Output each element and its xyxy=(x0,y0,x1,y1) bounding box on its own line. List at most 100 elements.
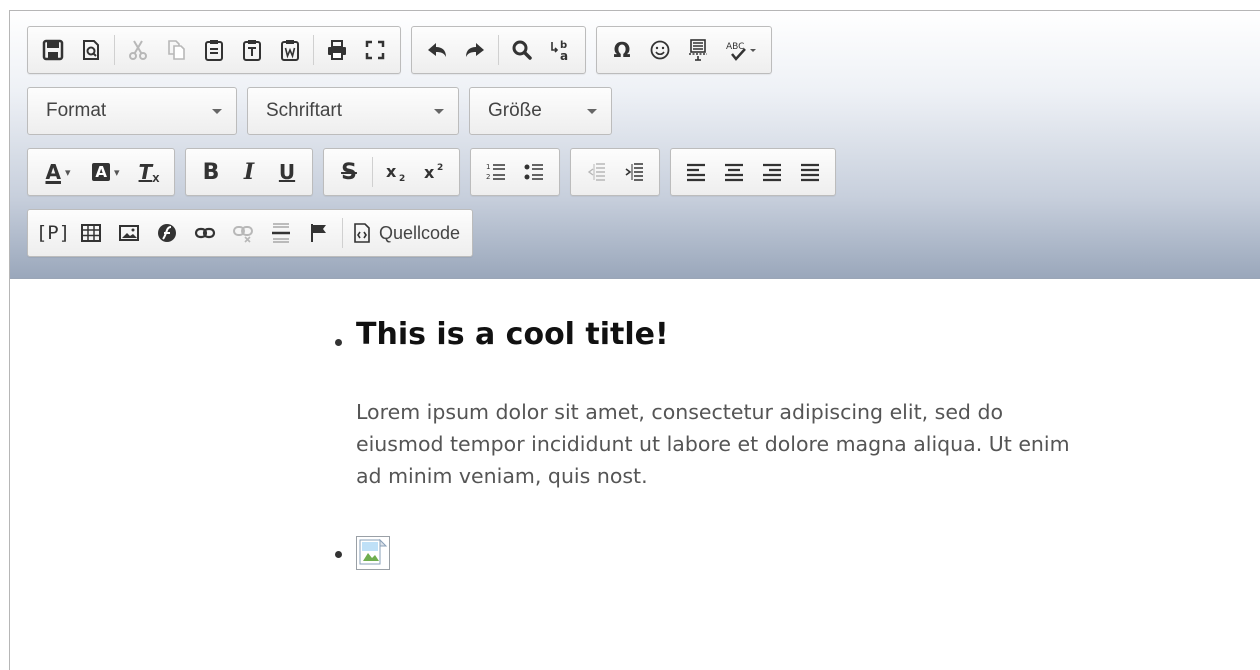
paste-word-button[interactable] xyxy=(271,30,309,70)
insert-objects-group: [P] Quellcode xyxy=(27,209,474,257)
find-button[interactable] xyxy=(503,30,541,70)
toolbar-row-2: Format Schriftart Größe xyxy=(27,87,1260,135)
align-center-icon xyxy=(725,163,743,182)
align-group xyxy=(670,148,836,196)
format-dropdown[interactable]: Format xyxy=(27,87,237,135)
format-dropdown-label: Format xyxy=(46,100,107,121)
clipboard-text-icon xyxy=(243,40,261,61)
paste-text-button[interactable] xyxy=(233,30,271,70)
numbered-list-icon: 12 xyxy=(486,163,505,181)
unlink-button[interactable] xyxy=(224,213,262,253)
print-button[interactable] xyxy=(318,30,356,70)
editor-toolbar: ba Ω ABC Format Schriftart Größe A ▾ A ▾… xyxy=(10,11,1260,279)
image-button[interactable] xyxy=(110,213,148,253)
font-dropdown-label: Schriftart xyxy=(266,100,343,121)
remove-format-button[interactable]: Tx xyxy=(130,152,168,192)
remove-format-icon: T xyxy=(138,160,153,184)
maximize-button[interactable] xyxy=(356,30,394,70)
chevron-down-icon: ▾ xyxy=(114,166,120,179)
superscript-button[interactable]: x2 xyxy=(415,152,453,192)
size-dropdown[interactable]: Größe xyxy=(469,87,612,135)
svg-text:2: 2 xyxy=(437,163,443,173)
bullet-icon xyxy=(335,551,342,558)
underline-icon: U xyxy=(278,160,296,184)
size-dropdown-label: Größe xyxy=(488,100,542,121)
spellcheck-icon: ABC xyxy=(726,42,756,61)
svg-text:2: 2 xyxy=(486,173,490,181)
subscript-icon: x2 xyxy=(386,162,405,183)
undo-button[interactable] xyxy=(418,30,456,70)
scissors-icon xyxy=(129,40,147,60)
align-center-button[interactable] xyxy=(715,152,753,192)
redo-button[interactable] xyxy=(456,30,494,70)
paste-button[interactable] xyxy=(195,30,233,70)
horizontal-rule-button[interactable] xyxy=(262,213,300,253)
flash-button[interactable] xyxy=(148,213,186,253)
copy-icon xyxy=(168,40,185,60)
toolbar-row-4: [P] Quellcode xyxy=(27,209,1260,257)
toolbar-row-1: ba Ω ABC xyxy=(27,26,1260,74)
special-char-button[interactable]: Ω xyxy=(603,30,641,70)
separator xyxy=(498,35,499,65)
preview-icon xyxy=(83,40,99,60)
underline-button[interactable]: U xyxy=(268,152,306,192)
align-justify-icon xyxy=(801,163,819,182)
align-right-icon xyxy=(763,163,781,182)
bold-button[interactable]: B xyxy=(192,152,230,192)
spellcheck-button[interactable]: ABC xyxy=(717,30,765,70)
content-title: This is a cool title! xyxy=(356,317,669,352)
svg-text:x: x xyxy=(386,162,397,181)
bullet-icon xyxy=(335,339,342,346)
outdent-button[interactable] xyxy=(577,152,615,192)
align-left-button[interactable] xyxy=(677,152,715,192)
undo-icon xyxy=(428,43,446,57)
superscript-icon: x2 xyxy=(424,163,443,182)
replace-icon: ba xyxy=(551,40,568,62)
indent-group xyxy=(570,148,660,196)
paragraph-button[interactable]: [P] xyxy=(34,213,72,253)
preview-button[interactable] xyxy=(72,30,110,70)
strikethrough-icon: S xyxy=(341,159,357,185)
flash-icon xyxy=(158,224,176,242)
bulleted-list-button[interactable] xyxy=(515,152,553,192)
italic-icon: I xyxy=(243,159,255,185)
align-justify-button[interactable] xyxy=(791,152,829,192)
content-paragraph: Lorem ipsum dolor sit amet, consectetur … xyxy=(356,400,1070,488)
chevron-down-icon xyxy=(587,108,597,114)
text-color-icon: A xyxy=(45,160,61,184)
page-break-button[interactable] xyxy=(679,30,717,70)
svg-text:x: x xyxy=(424,163,435,182)
save-button[interactable] xyxy=(34,30,72,70)
source-code-icon xyxy=(354,223,370,243)
source-button[interactable]: Quellcode xyxy=(347,213,466,253)
horizontal-rule-icon xyxy=(272,223,290,243)
list-group: 12 xyxy=(470,148,560,196)
italic-button[interactable]: I xyxy=(230,152,268,192)
replace-button[interactable]: ba xyxy=(541,30,579,70)
subscript-button[interactable]: x2 xyxy=(377,152,415,192)
cut-button[interactable] xyxy=(119,30,157,70)
bold-icon: B xyxy=(202,159,220,185)
chevron-down-icon xyxy=(212,108,222,114)
strikethrough-button[interactable]: S xyxy=(330,152,368,192)
text-color-button[interactable]: A ▾ xyxy=(34,152,82,192)
font-dropdown[interactable]: Schriftart xyxy=(247,87,459,135)
align-right-button[interactable] xyxy=(753,152,791,192)
redo-icon xyxy=(466,43,484,57)
anchor-button[interactable] xyxy=(300,213,338,253)
copy-button[interactable] xyxy=(157,30,195,70)
bg-color-button[interactable]: A ▾ xyxy=(82,152,130,192)
indent-button[interactable] xyxy=(615,152,653,192)
numbered-list-button[interactable]: 12 xyxy=(477,152,515,192)
rich-text-editor: ba Ω ABC Format Schriftart Größe A ▾ A ▾… xyxy=(9,10,1260,670)
svg-text:Ω: Ω xyxy=(613,39,630,61)
emoji-button[interactable] xyxy=(641,30,679,70)
link-icon xyxy=(194,227,216,239)
broken-image-placeholder[interactable] xyxy=(356,536,390,570)
chevron-down-icon xyxy=(434,108,444,114)
editor-content-area[interactable]: This is a cool title! Lorem ipsum dolor … xyxy=(10,279,1260,670)
table-button[interactable] xyxy=(72,213,110,253)
link-button[interactable] xyxy=(186,213,224,253)
broken-image-icon xyxy=(359,538,388,565)
chevron-down-icon: ▾ xyxy=(64,166,71,179)
